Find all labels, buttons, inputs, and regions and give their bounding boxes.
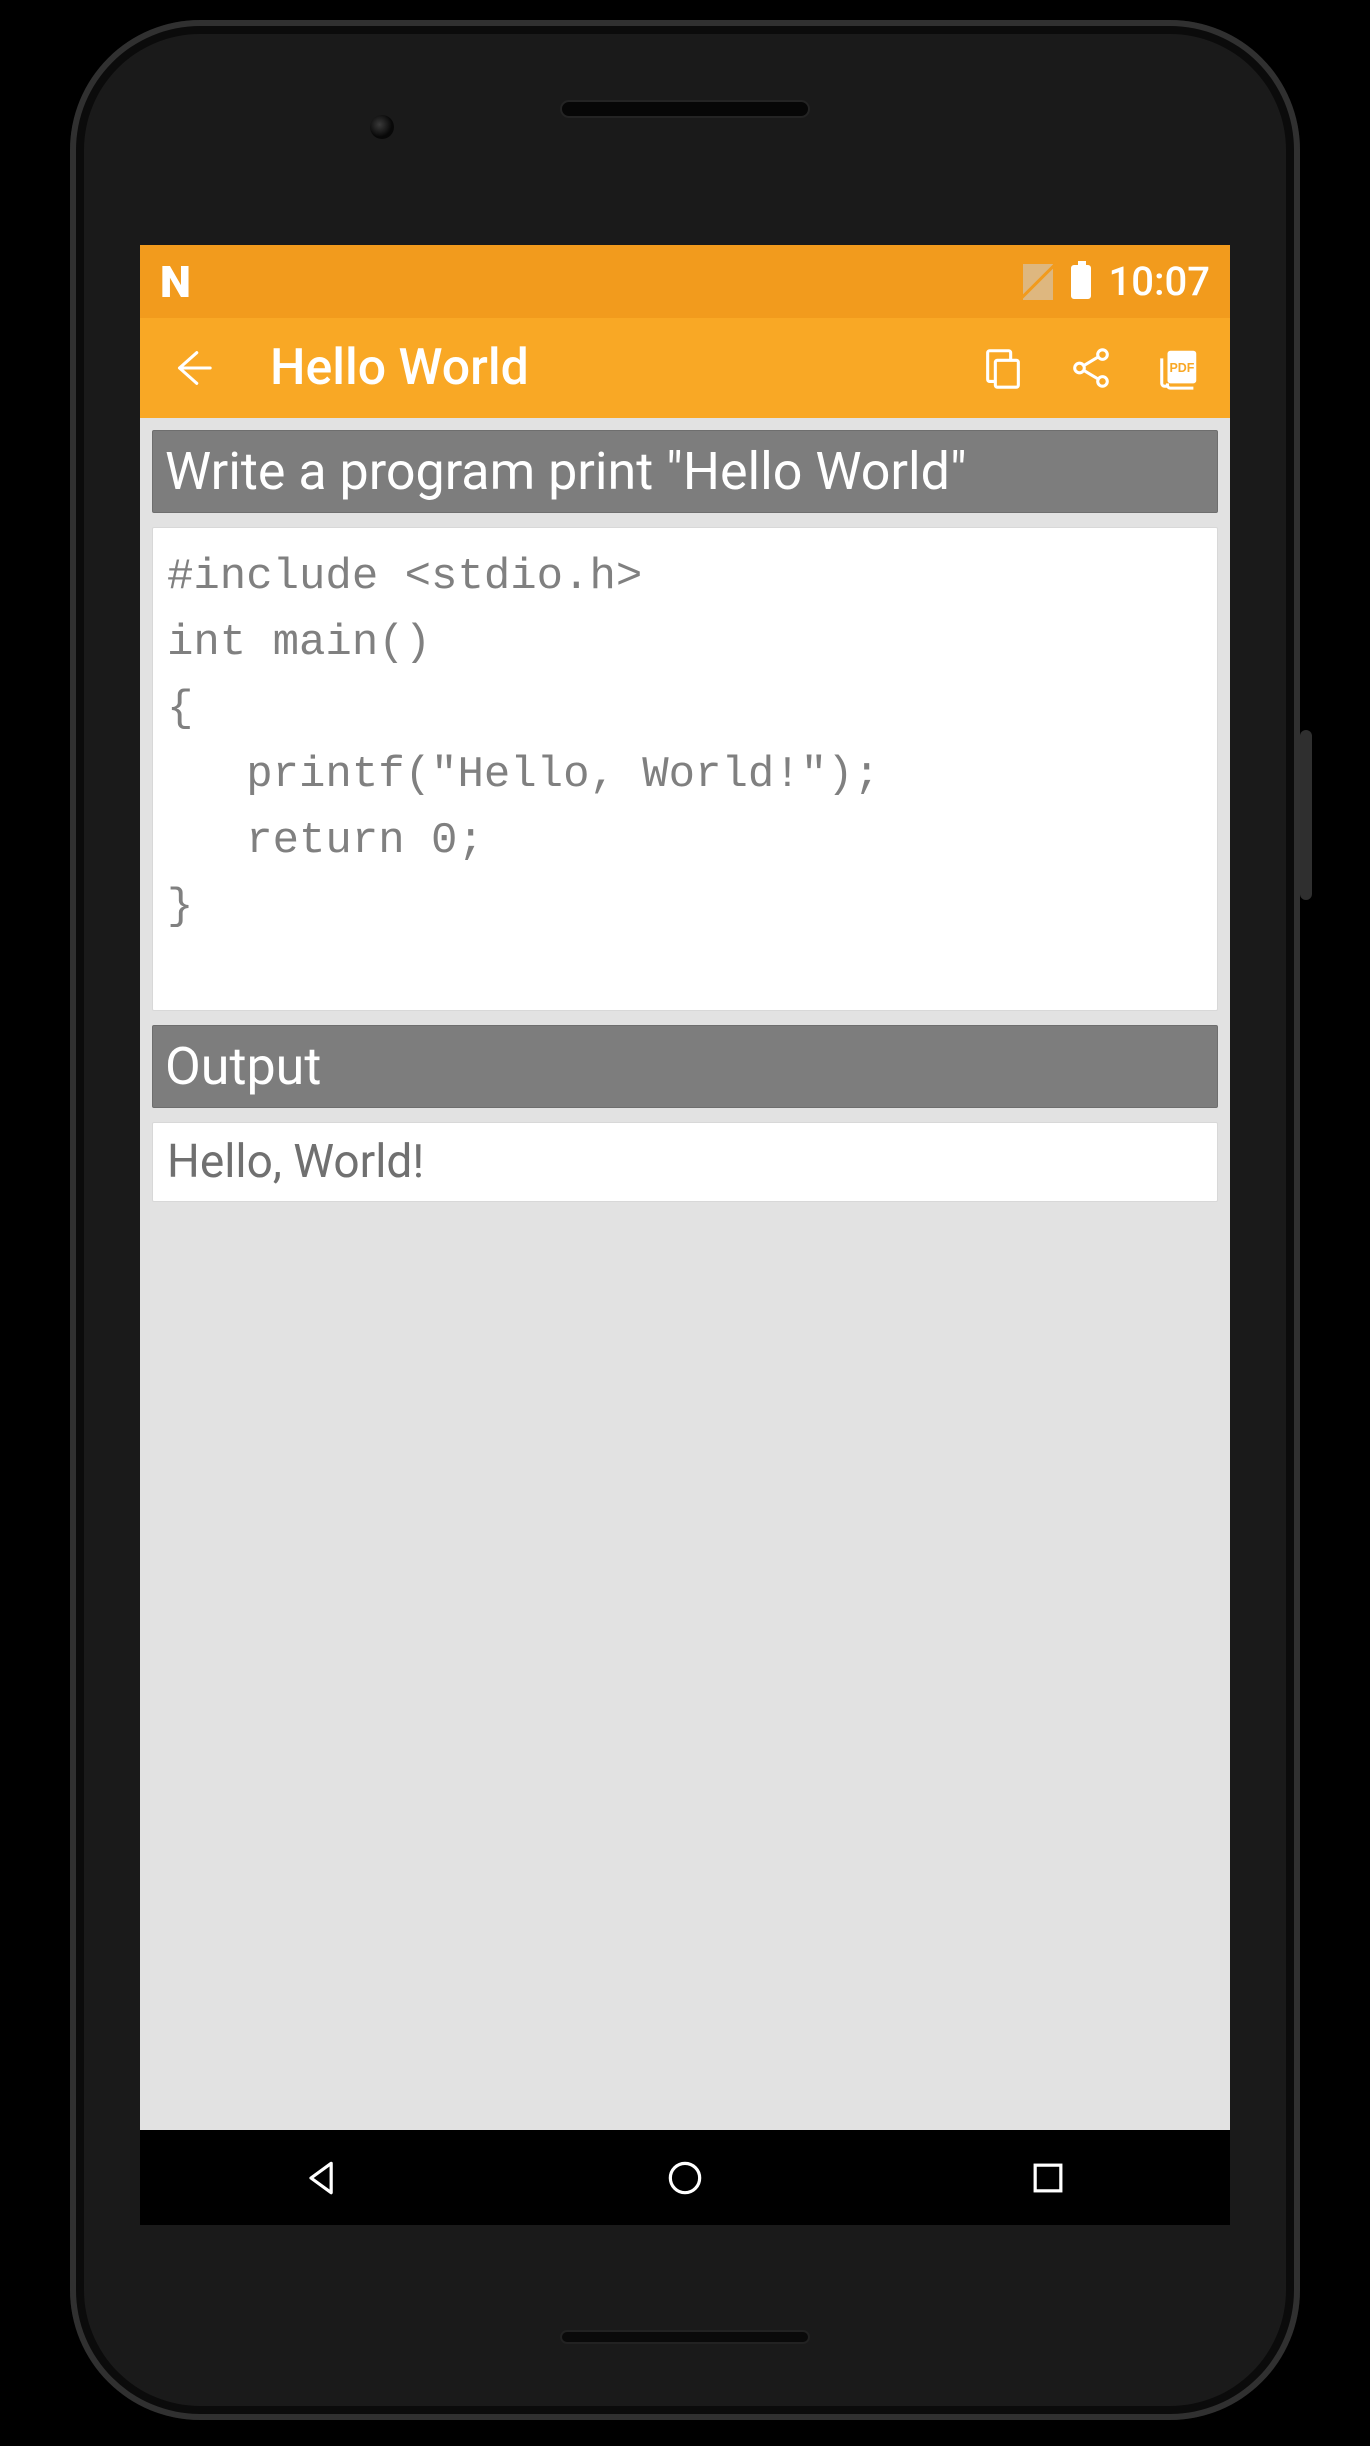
pdf-icon: PDF: [1156, 345, 1202, 391]
battery-charging-icon: [1071, 265, 1091, 299]
share-icon: [1068, 345, 1114, 391]
content-area[interactable]: Write a program print "Hello World" #inc…: [140, 418, 1230, 2130]
phone-speaker: [560, 100, 810, 118]
pdf-button[interactable]: PDF: [1150, 339, 1208, 397]
share-button[interactable]: [1062, 339, 1120, 397]
power-button[interactable]: [1300, 730, 1312, 900]
app-bar: Hello World: [140, 318, 1230, 418]
code-block[interactable]: #include <stdio.h> int main() { printf("…: [152, 527, 1218, 1011]
output-header: Output: [152, 1025, 1218, 1108]
triangle-back-icon: [300, 2156, 344, 2200]
arrow-left-icon: [168, 345, 214, 391]
phone-bottom-speaker: [560, 2330, 810, 2344]
square-recents-icon: [1026, 2156, 1070, 2200]
nav-home-button[interactable]: [656, 2149, 714, 2207]
back-button[interactable]: [162, 339, 220, 397]
status-bar: N 10:07: [140, 245, 1230, 318]
svg-text:PDF: PDF: [1169, 361, 1194, 375]
problem-header: Write a program print "Hello World": [152, 430, 1218, 513]
android-n-icon: N: [160, 256, 188, 308]
screen: N 10:07 Hello World: [140, 245, 1230, 2225]
copy-button[interactable]: [974, 339, 1032, 397]
page-title: Hello World: [250, 339, 944, 397]
nav-back-button[interactable]: [293, 2149, 351, 2207]
android-nav-bar: [140, 2130, 1230, 2225]
no-sim-icon: [1023, 264, 1053, 300]
status-clock: 10:07: [1109, 258, 1210, 305]
nav-recents-button[interactable]: [1019, 2149, 1077, 2207]
copy-icon: [980, 345, 1026, 391]
output-block: Hello, World!: [152, 1122, 1218, 1202]
phone-camera: [370, 115, 394, 139]
circle-home-icon: [663, 2156, 707, 2200]
phone-frame: N 10:07 Hello World: [70, 20, 1300, 2420]
